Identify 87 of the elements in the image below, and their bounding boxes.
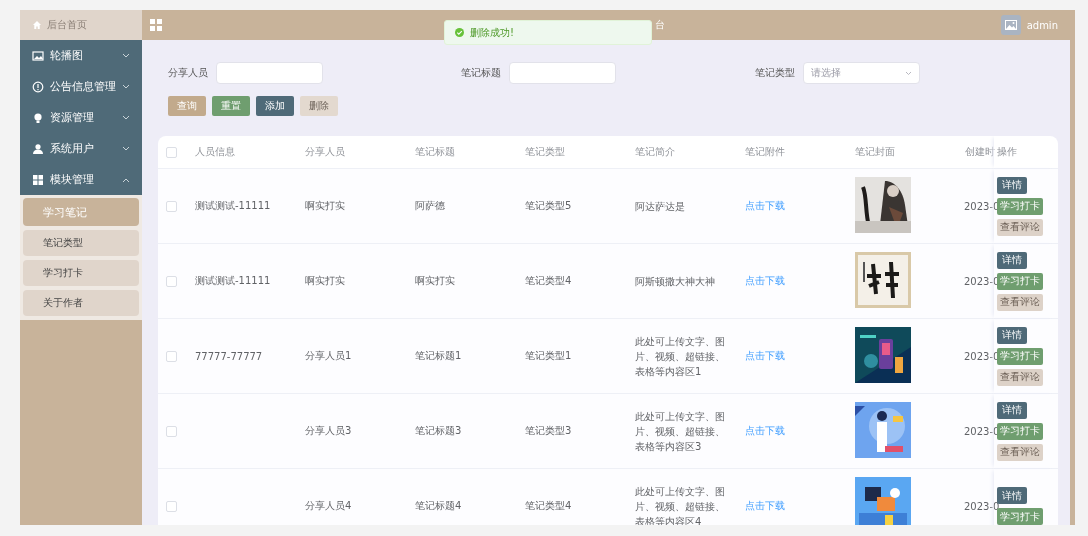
table-cell: 阿萨德 — [415, 200, 445, 211]
table-cell: 笔记类型4 — [525, 275, 572, 286]
grid-icon — [32, 173, 44, 186]
column-header: 操作 — [996, 145, 1017, 159]
field-label: 分享人员 — [168, 66, 208, 80]
avatar-image-icon[interactable] — [1000, 15, 1021, 35]
home-icon — [32, 20, 42, 30]
table-cell: 笔记标题3 — [415, 425, 462, 436]
column-header: 笔记附件 — [744, 145, 786, 159]
picture-frame-icon — [32, 49, 44, 62]
download-link[interactable]: 点击下载 — [745, 350, 785, 361]
checkbox[interactable] — [166, 425, 177, 437]
table-cell: 笔记类型3 — [525, 425, 572, 436]
table-cell: 测试测试-11111 — [195, 200, 271, 211]
table-cell: 笔记类型1 — [525, 350, 572, 361]
checkin-button[interactable]: 学习打卡 — [997, 508, 1043, 525]
checkin-button[interactable]: 学习打卡 — [997, 422, 1043, 440]
download-link[interactable]: 点击下载 — [745, 500, 785, 511]
checkin-button[interactable]: 学习打卡 — [997, 197, 1043, 215]
table-cell: 此处可上传文字、图片、视频、超链接、表格等内容区4 — [635, 485, 725, 525]
select-field[interactable]: 请选择 — [803, 62, 920, 84]
sidebar-menu-item[interactable]: 公告信息管理 — [20, 71, 142, 102]
chevron-icon — [905, 70, 912, 76]
column-header: 分享人员 — [304, 145, 346, 159]
detail-button[interactable]: 详情 — [997, 401, 1027, 419]
table-cell: 笔记标题1 — [415, 350, 462, 361]
check-circle-icon — [455, 28, 464, 37]
detail-button[interactable]: 详情 — [997, 251, 1027, 269]
comments-button[interactable]: 查看评论 — [997, 218, 1043, 236]
reset-button[interactable]: 重置 — [212, 96, 250, 116]
table-cell: 此处可上传文字、图片、视频、超链接、表格等内容区3 — [635, 410, 725, 452]
sidebar-menu-item[interactable]: 资源管理 — [20, 102, 142, 133]
field-label: 笔记标题 — [461, 66, 501, 80]
comments-button[interactable]: 查看评论 — [997, 368, 1043, 386]
field-label: 笔记类型 — [755, 66, 795, 80]
detail-button[interactable]: 详情 — [997, 326, 1027, 344]
table-cell: 分享人员4 — [305, 500, 352, 511]
checkbox[interactable] — [166, 500, 177, 512]
download-link[interactable]: 点击下载 — [745, 425, 785, 436]
user-icon — [32, 142, 44, 155]
download-link[interactable]: 点击下载 — [745, 275, 785, 286]
comments-button[interactable]: 查看评论 — [997, 443, 1043, 461]
header-title: 台 — [655, 18, 665, 32]
column-header: 笔记简介 — [634, 145, 676, 159]
column-header: 笔记类型 — [524, 145, 566, 159]
column-header: 创建时 — [964, 145, 994, 159]
table-cell: 啊实打实 — [415, 275, 455, 286]
menu-toggle-icon[interactable] — [150, 19, 162, 31]
table-cell: 啊实打实 — [305, 275, 345, 286]
column-header: 笔记标题 — [414, 145, 456, 159]
table-cell: 啊实打实 — [305, 200, 345, 211]
table-cell: 2023-0 — [964, 500, 1000, 512]
submenu-item[interactable]: 关于作者 — [23, 290, 139, 316]
table-cell: 阿斯顿撒大神大神 — [635, 275, 715, 287]
download-link[interactable]: 点击下载 — [745, 200, 785, 211]
sidebar-menu-item[interactable]: 系统用户 — [20, 133, 142, 164]
info-circle-icon — [32, 80, 44, 93]
checkin-button[interactable]: 学习打卡 — [997, 347, 1043, 365]
checkbox[interactable] — [166, 200, 177, 212]
submenu-item[interactable]: 学习打卡 — [23, 260, 139, 286]
add-button[interactable]: 添加 — [256, 96, 294, 116]
column-header: 人员信息 — [194, 145, 236, 159]
input-field[interactable] — [509, 62, 616, 84]
submenu-item[interactable]: 笔记类型 — [23, 230, 139, 256]
detail-button[interactable]: 详情 — [997, 176, 1027, 194]
checkbox[interactable] — [166, 350, 177, 362]
checkbox[interactable] — [166, 146, 177, 158]
home-menu-item[interactable]: 后台首页 — [20, 10, 142, 40]
success-toast: 删除成功! — [444, 20, 652, 45]
table-cell: 此处可上传文字、图片、视频、超链接、表格等内容区1 — [635, 335, 725, 377]
input-field[interactable] — [216, 62, 323, 84]
checkbox[interactable] — [166, 275, 177, 287]
table-cell: 77777-77777 — [195, 350, 263, 362]
table-cell: 测试测试-11111 — [195, 275, 271, 286]
detail-button[interactable]: 详情 — [997, 487, 1027, 504]
table-cell: 阿达萨达是 — [635, 200, 685, 212]
table-cell: 笔记标题4 — [415, 500, 462, 511]
comments-button[interactable]: 查看评论 — [997, 293, 1043, 311]
checkin-button[interactable]: 学习打卡 — [997, 272, 1043, 290]
table-cell: 分享人员3 — [305, 425, 352, 436]
table-cell: 笔记类型4 — [525, 500, 572, 511]
sidebar-menu-item[interactable]: 轮播图 — [20, 40, 142, 71]
sidebar-menu-item[interactable]: 模块管理 — [20, 164, 142, 195]
column-header: 笔记封面 — [854, 145, 896, 159]
table-cell: 分享人员1 — [305, 350, 352, 361]
table-cell: 笔记类型5 — [525, 200, 572, 211]
bulb-icon — [32, 111, 44, 124]
